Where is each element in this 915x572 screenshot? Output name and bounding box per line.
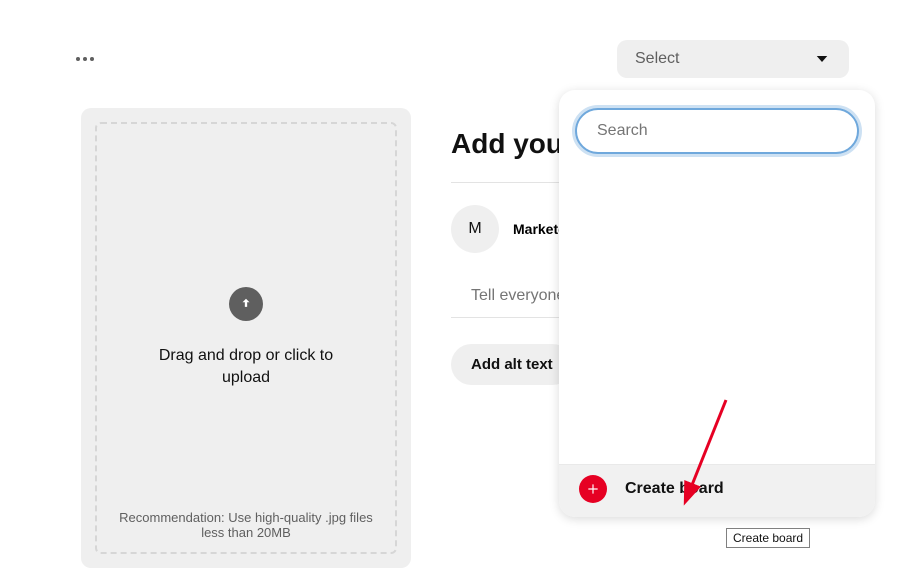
board-list[interactable] <box>559 164 875 464</box>
upload-main-text: Drag and drop or click to upload <box>146 345 346 390</box>
more-options-icon[interactable] <box>76 57 94 61</box>
board-select-button[interactable]: Select <box>617 40 849 78</box>
plus-icon <box>579 475 607 503</box>
upload-icon <box>229 287 263 321</box>
board-search-wrap <box>559 90 875 164</box>
board-search-input[interactable] <box>575 108 859 154</box>
tooltip: Create board <box>726 528 810 548</box>
upload-recommendation: Recommendation: Use high-quality .jpg fi… <box>97 510 395 540</box>
avatar[interactable]: M <box>451 205 499 253</box>
add-alt-text-button[interactable]: Add alt text <box>451 344 573 385</box>
upload-panel[interactable]: Drag and drop or click to upload Recomme… <box>81 108 411 568</box>
board-dropdown: Create board <box>559 90 875 517</box>
topbar: Select <box>16 0 899 78</box>
chevron-down-icon <box>813 50 831 68</box>
pin-builder-page: Select Drag and drop or click to upload … <box>16 0 899 572</box>
board-select-label: Select <box>635 50 679 68</box>
upload-dropzone[interactable]: Drag and drop or click to upload Recomme… <box>95 122 397 554</box>
create-board-button[interactable]: Create board <box>559 464 875 517</box>
create-board-label: Create board <box>625 480 724 498</box>
